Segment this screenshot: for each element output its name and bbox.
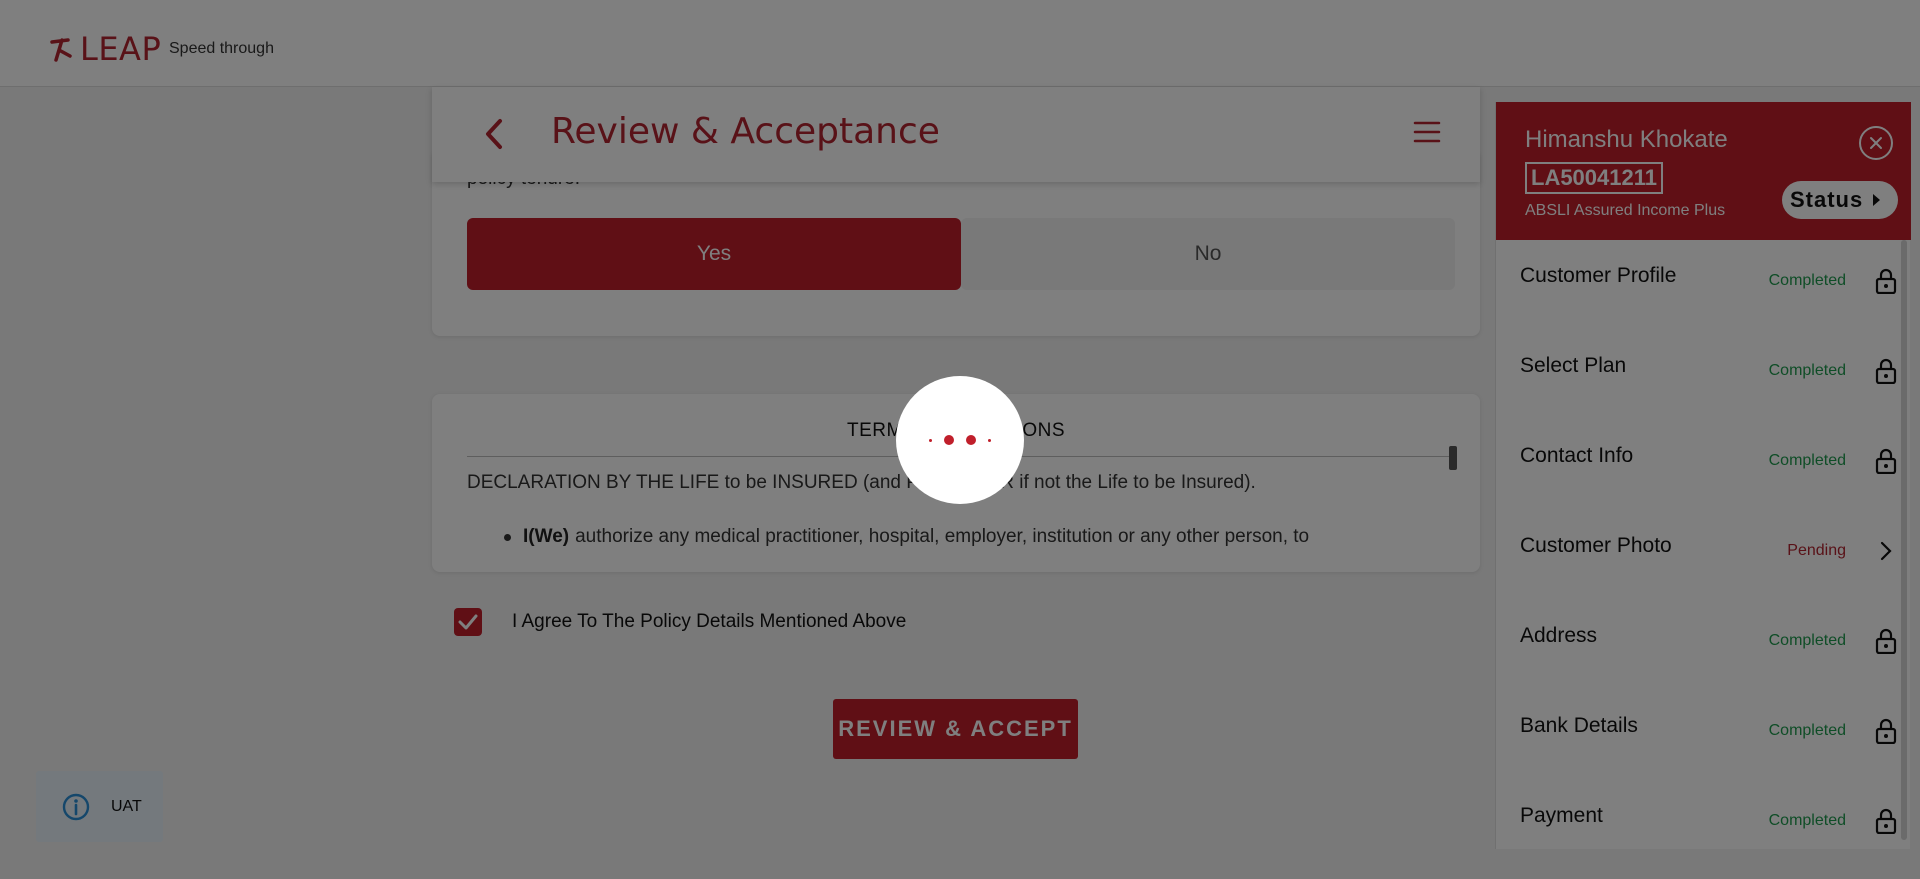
spinner-dot [944, 435, 954, 445]
spinner-dot [929, 438, 932, 442]
loading-spinner [896, 376, 1024, 504]
spinner-dot [988, 438, 991, 442]
spinner-dot [966, 435, 976, 445]
